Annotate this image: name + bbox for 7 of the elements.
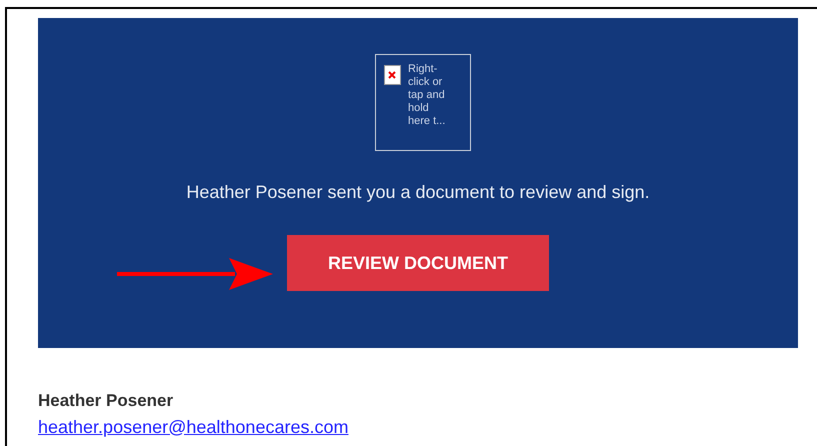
review-document-button[interactable]: REVIEW DOCUMENT [287,235,549,291]
image-alt-text: Right-click or tap and hold here t... [408,63,446,129]
message-text: Heather Posener sent you a document to review and sign. [186,181,650,204]
broken-image-icon [384,65,401,85]
sender-email-link[interactable]: heather.posener@healthonecares.com [38,414,348,440]
sender-name: Heather Posener [38,390,174,412]
arrow-icon [117,256,273,292]
